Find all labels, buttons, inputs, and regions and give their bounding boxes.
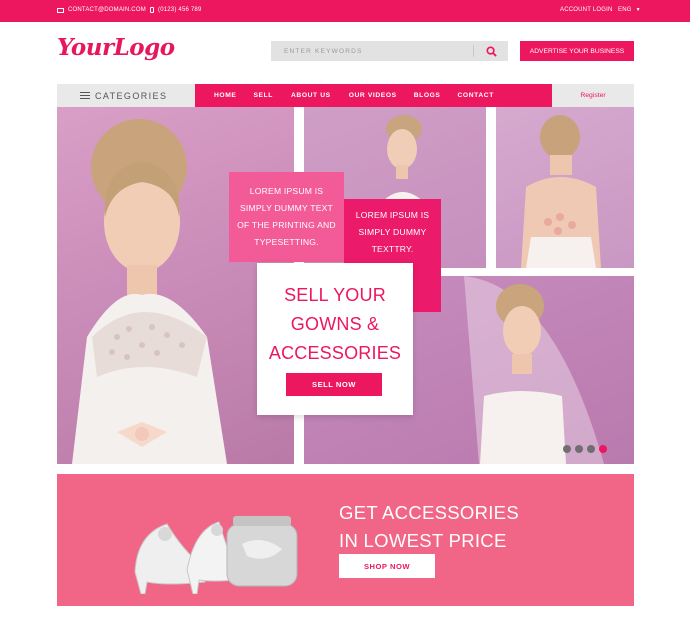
account-login-link[interactable]: ACCOUNT LOGIN — [560, 7, 613, 13]
main-nav: CATEGORIES HOME SELL ABOUT US OUR VIDEOS… — [57, 84, 634, 107]
accessories-title: GET ACCESSORIES IN LOWEST PRICE — [339, 499, 519, 555]
bride-back-image — [521, 115, 601, 268]
carousel-dot[interactable] — [587, 445, 595, 453]
nav-link-home[interactable]: HOME — [214, 92, 236, 99]
carousel-dot-active[interactable] — [599, 445, 607, 453]
search-bar — [271, 41, 508, 61]
shop-now-button[interactable]: SHOP NOW — [339, 554, 435, 578]
accessories-banner: GET ACCESSORIES IN LOWEST PRICE SHOP NOW — [57, 474, 634, 606]
nav-link-blogs[interactable]: BLOGS — [414, 92, 441, 99]
accessories-title-line2: IN LOWEST PRICE — [339, 530, 507, 551]
language-text: ENG — [618, 7, 632, 13]
search-divider — [473, 45, 474, 57]
carousel-dot[interactable] — [575, 445, 583, 453]
language-selector[interactable]: ENG ▼ — [618, 7, 641, 13]
page: CONTACT@DOMAIN.COM (0123) 456 789 ACCOUN… — [0, 0, 690, 620]
nav-link-sell[interactable]: SELL — [253, 92, 273, 99]
mail-icon — [57, 7, 64, 13]
nav-link-about-us[interactable]: ABOUT US — [291, 92, 331, 99]
top-bar: CONTACT@DOMAIN.COM (0123) 456 789 ACCOUN… — [0, 0, 690, 22]
search-button[interactable] — [479, 43, 503, 59]
categories-label: CATEGORIES — [95, 90, 168, 101]
contact-email-text: CONTACT@DOMAIN.COM — [68, 7, 146, 13]
advertise-button[interactable]: ADVERTISE YOUR BUSINESS — [520, 41, 634, 61]
hamburger-icon — [80, 91, 90, 100]
contact-phone: (0123) 456 789 — [150, 7, 202, 13]
logo[interactable]: YourLogo — [57, 34, 175, 61]
search-input[interactable] — [271, 41, 471, 61]
sell-title: SELL YOUR GOWNS & ACCESSORIES — [268, 285, 402, 363]
account-login-text: ACCOUNT LOGIN — [560, 7, 613, 13]
sell-now-button[interactable]: SELL NOW — [286, 373, 382, 396]
bride-photo-back — [496, 107, 634, 268]
carousel-dots — [563, 445, 607, 453]
accessories-title-line1: GET ACCESSORIES — [339, 502, 519, 523]
categories-menu[interactable]: CATEGORIES — [57, 84, 195, 107]
shoes-and-clutch-image — [134, 516, 298, 594]
sell-callout: SELL YOUR GOWNS & ACCESSORIES SELL NOW — [257, 263, 413, 415]
nav-link-our-videos[interactable]: OUR VIDEOS — [349, 92, 397, 99]
nav-link-contact[interactable]: CONTACT — [457, 92, 493, 99]
carousel-dot[interactable] — [563, 445, 571, 453]
phone-icon — [150, 7, 154, 13]
register-link[interactable]: Register — [552, 84, 634, 107]
hero-banner: LOREM IPSUM IS SIMPLY DUMMY TEXT OF THE … — [57, 107, 634, 464]
nav-links: HOME SELL ABOUT US OUR VIDEOS BLOGS CONT… — [214, 84, 494, 107]
contact-email[interactable]: CONTACT@DOMAIN.COM — [57, 7, 146, 13]
promo-text-box-1: LOREM IPSUM IS SIMPLY DUMMY TEXT OF THE … — [229, 172, 344, 262]
contact-phone-text: (0123) 456 789 — [158, 7, 202, 13]
chevron-down-icon: ▼ — [635, 7, 641, 13]
search-icon — [485, 45, 497, 57]
